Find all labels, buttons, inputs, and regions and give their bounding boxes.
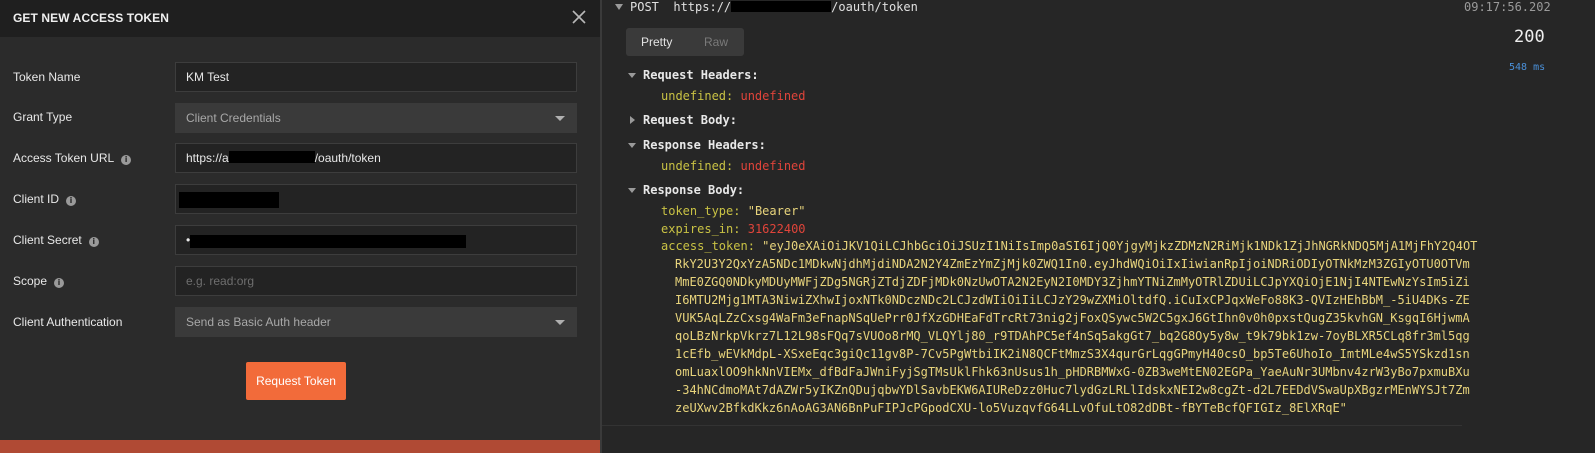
chevron-down-icon: [555, 116, 565, 121]
response-headers-label[interactable]: Response Headers:: [643, 138, 766, 152]
access-token-value-line: qoLBzNrkpVkrz7L12L98sFQq7sVUOo8rMQ_VLQYl…: [675, 329, 1470, 343]
redaction-block: [179, 192, 279, 208]
client-authentication-select[interactable]: Send as Basic Auth header: [175, 307, 577, 337]
access-token-url-prefix: https://a: [186, 151, 229, 165]
redaction-block: [228, 151, 315, 163]
info-icon[interactable]: i: [88, 237, 99, 247]
chevron-down-icon: [555, 320, 565, 325]
request-url-suffix: /oauth/token: [831, 0, 918, 14]
client-id-label: Client ID i: [13, 192, 77, 206]
tab-raw[interactable]: Raw: [704, 28, 728, 56]
client-authentication-label: Client Authentication: [13, 315, 123, 329]
request-token-button[interactable]: Request Token: [246, 362, 346, 400]
response-header-row: undefined: undefined: [661, 159, 806, 173]
scope-label-text: Scope: [13, 274, 48, 288]
access-token-url-label: Access Token URL i: [13, 151, 132, 165]
collapse-arrow-icon[interactable]: [630, 116, 635, 124]
access-token-value-line: -34hNCdmoMAt7dAZWr5yIKZnQDujqbwYDlSavbEK…: [675, 383, 1470, 397]
panel-header: GET NEW ACCESS TOKEN: [0, 0, 600, 37]
access-token-value-line: 1cEfb_wEVkMdpL-XSxeEqc3giQc11gv8P-7Cv5Pg…: [675, 347, 1470, 361]
client-authentication-value: Send as Basic Auth header: [186, 315, 331, 329]
grant-type-value: Client Credentials: [186, 111, 281, 125]
access-token-value-line: RkY2U3Y2QxYzA5NDc1MDkwNjdhMjdiNDA2N2Y4Zm…: [675, 257, 1470, 271]
request-method: POST: [630, 0, 659, 14]
modal-overlay-edge: [0, 440, 600, 453]
request-headers-label[interactable]: Request Headers:: [643, 68, 759, 82]
expand-arrow-icon[interactable]: [628, 188, 636, 193]
client-secret-label: Client Secret i: [13, 233, 99, 247]
scope-input[interactable]: e.g. read:org: [175, 266, 577, 296]
request-header-row: undefined: undefined: [661, 89, 806, 103]
access-token-url-input[interactable]: https://a/oauth/token: [175, 143, 577, 173]
console-panel: POST https:// /oauth/token 09:17:56.202 2…: [602, 0, 1595, 453]
access-token-value-line: zeUXwv2BfkdKkz6nAoAG3AN6BnPuFIPJcPGpodCX…: [675, 401, 1347, 415]
client-secret-label-text: Client Secret: [13, 233, 82, 247]
info-icon[interactable]: i: [54, 278, 65, 288]
header-key: undefined:: [661, 159, 734, 173]
token-name-input[interactable]: KM Test: [175, 62, 577, 92]
status-code: 200: [1514, 27, 1545, 47]
request-timestamp: 09:17:56.202: [1464, 0, 1551, 14]
token-name-label: Token Name: [13, 70, 81, 84]
expand-arrow-icon[interactable]: [628, 73, 636, 78]
console-separator: [602, 425, 1462, 426]
expires-in-key: expires_in:: [661, 222, 741, 236]
expires-in-row: expires_in: 31622400: [661, 222, 806, 236]
token-name-value: KM Test: [186, 70, 230, 84]
redaction-block: [190, 235, 466, 248]
redaction-block: [731, 1, 832, 12]
request-body-label[interactable]: Request Body:: [643, 113, 737, 127]
collapse-arrow-icon[interactable]: [615, 4, 623, 10]
access-token-value-line: I6MTU2Mjg1MTA3NiwiZXhwIjoxNTk0NDczNDc2LC…: [675, 293, 1470, 307]
panel-title: GET NEW ACCESS TOKEN: [13, 11, 170, 25]
expand-arrow-icon[interactable]: [628, 143, 636, 148]
info-icon[interactable]: i: [66, 196, 77, 206]
scope-placeholder: e.g. read:org: [186, 274, 255, 288]
expires-in-value: 31622400: [747, 222, 806, 236]
request-line[interactable]: POST https:// /oauth/token: [630, 0, 918, 14]
access-token-value-line: MmE0ZGQ0NDkyMDUyMWFjZDg5NGRjZTdjZDFjMDk0…: [675, 275, 1470, 289]
tab-pretty[interactable]: Pretty: [641, 28, 672, 56]
info-icon[interactable]: i: [121, 155, 132, 165]
access-token-row: access_token: "eyJ0eXAiOiJKV1QiLCJhbGciO…: [661, 237, 1477, 417]
access-token-value-line: VUK5AqLZzCxsg4WaFm3eFnapNSqUePrr0JfXzGDH…: [675, 311, 1470, 325]
close-icon[interactable]: [570, 8, 588, 26]
token-type-row: token_type: "Bearer": [661, 204, 806, 218]
response-duration: 548 ms: [1509, 62, 1546, 73]
access-token-url-label-text: Access Token URL: [13, 151, 115, 165]
grant-type-select[interactable]: Client Credentials: [175, 103, 577, 133]
client-id-label-text: Client ID: [13, 192, 60, 206]
token-type-value: "Bearer": [747, 204, 806, 218]
header-value: undefined: [740, 159, 806, 173]
header-key: undefined:: [661, 89, 734, 103]
response-body-label[interactable]: Response Body:: [643, 183, 744, 197]
scope-label: Scope i: [13, 274, 65, 288]
access-token-value-line: "eyJ0eXAiOiJKV1QiLCJhbGciOiJSUzI1NiIsImp…: [762, 239, 1478, 253]
access-token-url-suffix: /oauth/token: [314, 151, 381, 165]
view-toggle: Pretty Raw: [626, 28, 744, 56]
grant-type-label: Grant Type: [13, 110, 73, 124]
access-token-value-line: omLuaxlOO9hkNnVIEMx_dfBdFaJWniFyjSgTMsUk…: [675, 365, 1470, 379]
access-token-line: access_token: "eyJ0eXAiOiJKV1QiLCJhbGciO…: [661, 237, 1477, 255]
get-new-access-token-panel: GET NEW ACCESS TOKEN Token Name KM Test …: [0, 0, 600, 453]
request-url-prefix: https://: [673, 0, 732, 14]
access-token-key: access_token:: [661, 239, 755, 253]
header-value: undefined: [740, 89, 806, 103]
token-type-key: token_type:: [661, 204, 741, 218]
